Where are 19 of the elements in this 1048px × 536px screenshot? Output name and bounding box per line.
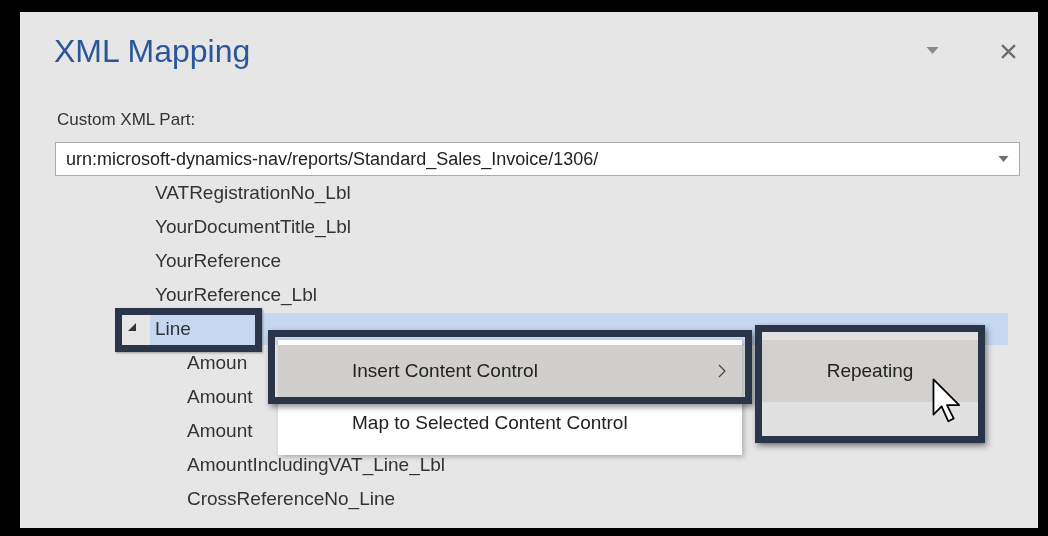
mouse-pointer-icon	[932, 378, 962, 424]
tree-node[interactable]: YourReference_Lbl	[150, 279, 322, 311]
xml-part-dropdown[interactable]: urn:microsoft-dynamics-nav/reports/Standard_Sales_Invoice/1306/	[55, 142, 1020, 176]
menu-item[interactable]: Map to Selected Content Control	[278, 397, 742, 449]
pane-title: XML Mapping	[54, 32, 252, 70]
close-icon[interactable]	[1001, 43, 1016, 59]
tree-node[interactable]: Amoun	[182, 347, 253, 379]
dropdown-icon[interactable]	[926, 47, 939, 55]
tree-node[interactable]: Amount	[182, 415, 258, 447]
tree-node[interactable]: Amount	[182, 381, 258, 413]
tree-node[interactable]: YourDocumentTitle_Lbl	[150, 211, 357, 243]
tree-node[interactable]: YourReference	[150, 245, 287, 277]
field-label: Custom XML Part:	[57, 110, 197, 131]
dropdown-arrow-icon[interactable]	[998, 156, 1009, 162]
tree-node[interactable]: CrossReferenceNo_Line	[182, 483, 401, 515]
menu-item[interactable]: Repeating	[762, 340, 978, 402]
menu-item[interactable]: Insert Content Control	[278, 345, 742, 397]
tree-node[interactable]: VATRegistrationNo_Lbl	[150, 177, 356, 209]
expander-icon[interactable]	[128, 323, 136, 331]
